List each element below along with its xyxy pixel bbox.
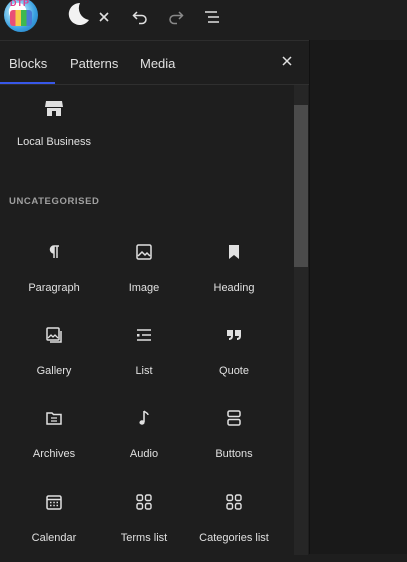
site-logo[interactable]: DTP [4,0,38,32]
block-label: Audio [129,448,159,460]
block-archives[interactable]: Archives [9,408,99,478]
block-heading[interactable]: Heading [189,242,279,312]
top-toolbar: DTP [0,0,309,40]
audio-icon [134,408,154,428]
block-label: Buttons [215,448,253,460]
paragraph-icon [44,242,64,262]
moon-icon[interactable] [64,0,92,28]
tab-blocks[interactable]: Blocks [9,41,47,84]
block-label: Terms list [120,532,168,544]
redo-icon[interactable] [164,3,188,31]
close-inserter-button[interactable] [280,54,296,70]
block-label: Gallery [36,365,72,377]
store-icon [44,98,64,118]
logo-graphic [10,10,32,26]
inserter-tabs: Blocks Patterns Media [0,41,309,85]
calendar-icon [44,492,64,512]
tab-media[interactable]: Media [140,41,175,84]
editor-canvas-area [309,40,407,554]
block-label: Archives [32,448,76,460]
block-label: Categories list [199,532,269,544]
bookmark-icon [224,242,244,262]
block-calendar[interactable]: Calendar [9,492,99,562]
quote-icon [224,325,244,345]
block-audio[interactable]: Audio [99,408,189,478]
block-image[interactable]: Image [99,242,189,312]
block-label: Paragraph [28,282,80,294]
active-tab-indicator [0,82,55,84]
document-overview-icon[interactable] [200,3,224,31]
block-label: Image [128,282,160,294]
block-quote[interactable]: Quote [189,325,279,395]
block-label: Calendar [31,532,77,544]
block-label: Heading [213,282,255,294]
block-local-business[interactable]: Local Business [9,98,99,168]
block-buttons[interactable]: Buttons [189,408,279,478]
section-title: UNCATEGORISED [9,196,100,207]
undo-icon[interactable] [128,3,152,31]
block-paragraph[interactable]: Paragraph [9,242,99,312]
block-list[interactable]: List [99,325,189,395]
close-icon[interactable] [96,3,112,31]
block-terms-list[interactable]: Terms list [99,492,189,562]
list-icon [134,325,154,345]
logo-text: DTP [10,0,30,8]
image-icon [134,242,154,262]
grid-icon [224,492,244,512]
gallery-icon [44,325,64,345]
block-categories-list[interactable]: Categories list [189,492,279,562]
block-gallery[interactable]: Gallery [9,325,99,395]
tab-patterns[interactable]: Patterns [70,41,118,84]
block-label: Local Business [17,136,91,148]
grid-icon [134,492,154,512]
scrollbar-thumb[interactable] [294,105,308,267]
block-label: List [135,365,153,377]
block-label: Quote [219,365,249,377]
buttons-icon [224,408,244,428]
archive-icon [44,408,64,428]
